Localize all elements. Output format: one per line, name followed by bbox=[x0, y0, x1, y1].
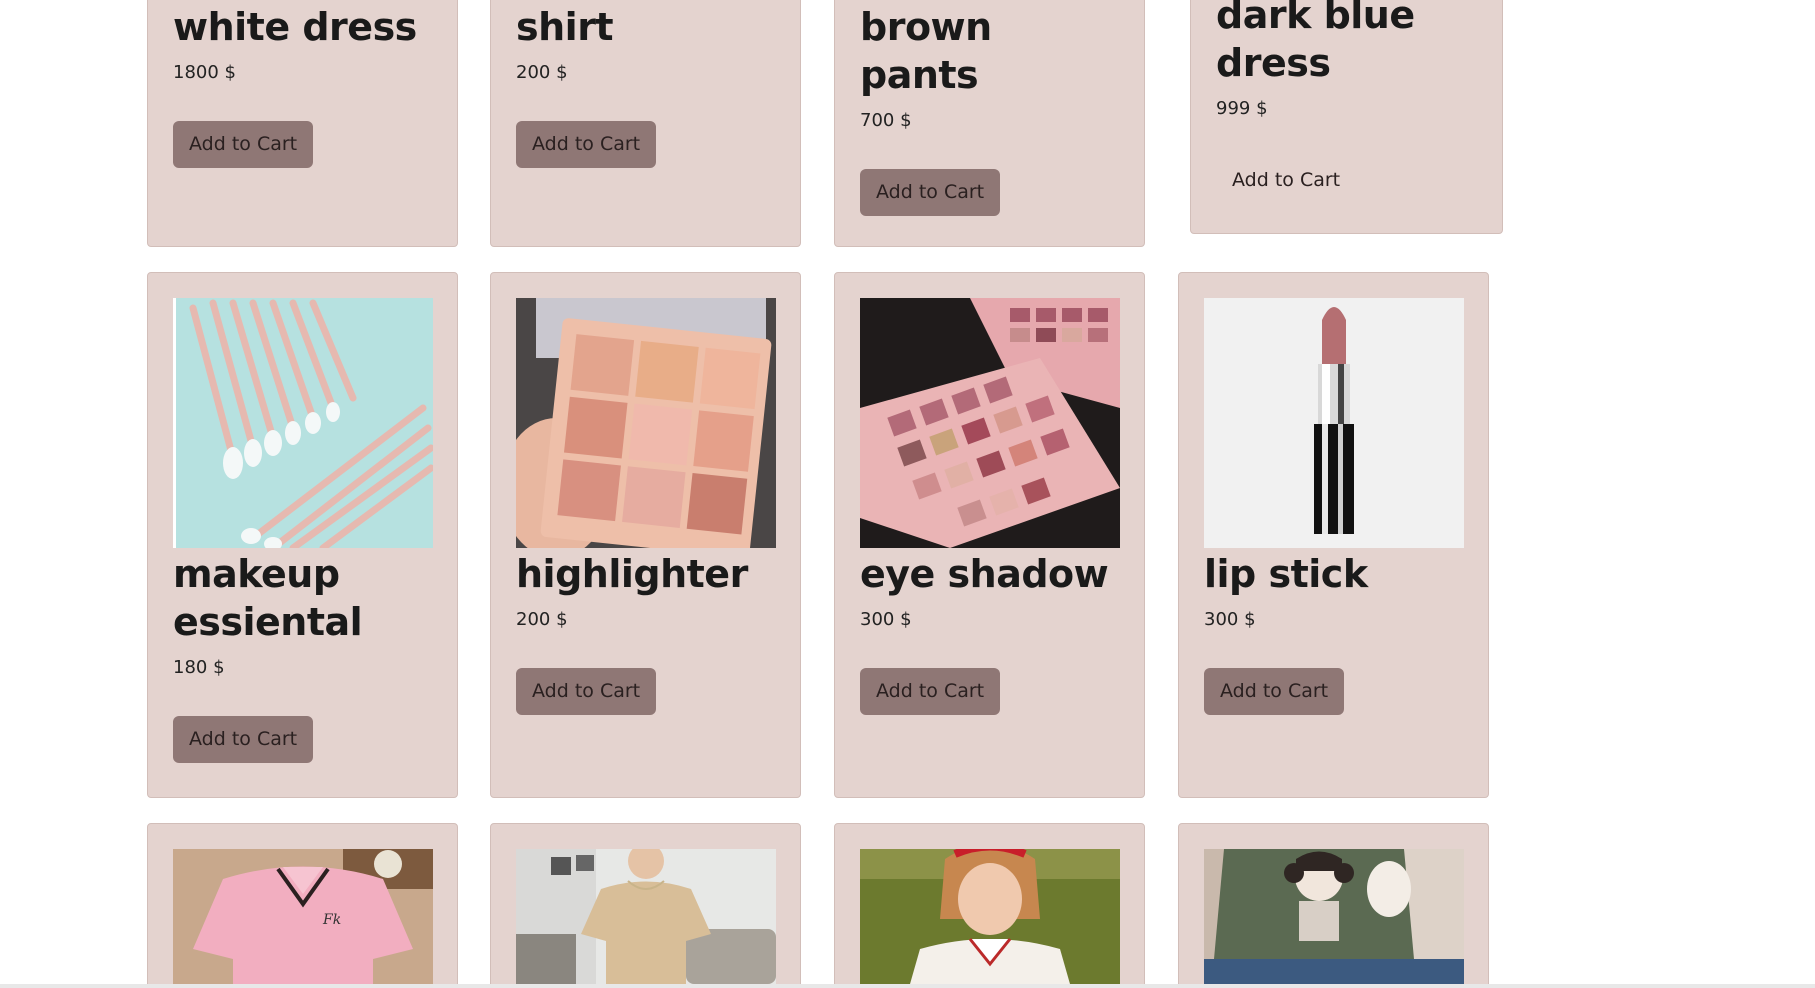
add-to-cart-button[interactable]: Add to Cart bbox=[173, 716, 314, 763]
product-grid-page: white dress 1800 $ Add to Cart shirt 200… bbox=[0, 0, 1815, 988]
pink-polo-dress-image: Fk bbox=[173, 849, 433, 984]
product-title: dark blue dress bbox=[1216, 0, 1415, 85]
product-price: 180 $ bbox=[173, 657, 225, 678]
makeup-brushes-image bbox=[173, 298, 433, 548]
product-title: eye shadow bbox=[860, 552, 1109, 596]
product-title: makeup essiental bbox=[173, 552, 363, 644]
product-card bbox=[1178, 823, 1489, 988]
product-card: white dress 1800 $ Add to Cart bbox=[147, 0, 458, 247]
product-card: eye shadow 300 $ Add to Cart bbox=[834, 272, 1145, 798]
add-to-cart-button[interactable]: Add to Cart bbox=[1216, 157, 1356, 204]
product-price: 999 $ bbox=[1216, 98, 1268, 119]
product-title: highlighter bbox=[516, 552, 748, 596]
product-card: lip stick 300 $ Add to Cart bbox=[1178, 272, 1489, 798]
product-price: 300 $ bbox=[860, 609, 912, 630]
product-title: brown pants bbox=[860, 5, 992, 97]
product-card bbox=[834, 823, 1145, 988]
add-to-cart-button[interactable]: Add to Cart bbox=[516, 121, 657, 168]
svg-text:Fk: Fk bbox=[322, 912, 341, 928]
product-price: 1800 $ bbox=[173, 62, 236, 83]
add-to-cart-button[interactable]: Add to Cart bbox=[860, 169, 1001, 216]
product-price: 200 $ bbox=[516, 62, 568, 83]
product-card: dark blue dress 999 $ Add to Cart bbox=[1190, 0, 1503, 234]
eyeshadow-palette-image bbox=[860, 298, 1120, 548]
product-title: shirt bbox=[516, 5, 614, 49]
add-to-cart-button[interactable]: Add to Cart bbox=[516, 668, 657, 715]
product-card: brown pants 700 $ Add to Cart bbox=[834, 0, 1145, 247]
product-title: white dress bbox=[173, 5, 417, 49]
product-title: lip stick bbox=[1204, 552, 1368, 596]
eyeshadow-palette-image bbox=[516, 298, 776, 548]
green-sweater-image bbox=[1204, 849, 1464, 984]
product-card: Fk bbox=[147, 823, 458, 988]
add-to-cart-button[interactable]: Add to Cart bbox=[173, 121, 314, 168]
girl-polo-image bbox=[860, 849, 1120, 984]
add-to-cart-button[interactable]: Add to Cart bbox=[860, 668, 1001, 715]
kids-tshirt-image bbox=[516, 849, 776, 984]
product-price: 300 $ bbox=[1204, 609, 1256, 630]
product-card: makeup essiental 180 $ Add to Cart bbox=[147, 272, 458, 798]
product-card: highlighter 200 $ Add to Cart bbox=[490, 272, 801, 798]
horizontal-scrollbar-track[interactable] bbox=[0, 984, 1815, 988]
product-card: shirt 200 $ Add to Cart bbox=[490, 0, 801, 247]
product-card bbox=[490, 823, 801, 988]
add-to-cart-button[interactable]: Add to Cart bbox=[1204, 668, 1345, 715]
product-price: 700 $ bbox=[860, 110, 912, 131]
lipstick-image bbox=[1204, 298, 1464, 548]
product-price: 200 $ bbox=[516, 609, 568, 630]
